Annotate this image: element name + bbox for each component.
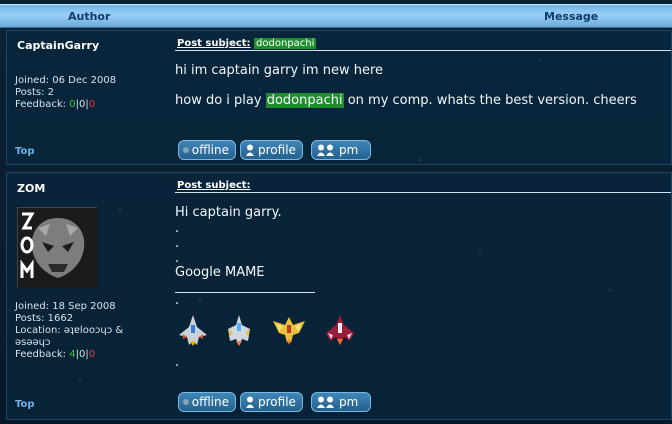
post-count: Posts: 1662 xyxy=(15,313,74,324)
post-text: on my comp. whats the best version. chee… xyxy=(343,93,637,108)
google-mame-link[interactable]: Google MAME xyxy=(175,265,265,280)
post-subject-label: Post subject: xyxy=(177,38,251,49)
spaceship-sprite-icon xyxy=(273,317,305,345)
author-name[interactable]: ZOM xyxy=(17,182,45,195)
author-name[interactable]: CaptainGarry xyxy=(17,39,99,52)
feedback: Feedback: 4|0|0 xyxy=(15,349,96,360)
avatar-image xyxy=(18,208,98,288)
pm-icon xyxy=(317,396,334,408)
post-body-dot: . xyxy=(175,355,180,370)
pm-button[interactable]: pm xyxy=(311,392,371,412)
spaceship-sprite-icon xyxy=(228,315,250,346)
column-header: Author Message xyxy=(0,4,672,28)
feedback-label: Feedback: xyxy=(15,349,66,360)
post-body-dot: . xyxy=(175,251,180,266)
feedback-positive[interactable]: 4 xyxy=(69,349,75,360)
post-divider xyxy=(171,173,172,419)
post-2: ZOM Joined: 18 Sep 2008 Posts: 1662 Loca… xyxy=(6,172,672,420)
location: Location: ǝʇɐlooɔɥɔ & ǝsǝǝɥɔ xyxy=(15,325,124,348)
feedback-label: Feedback: xyxy=(15,99,66,110)
pm-label: pm xyxy=(339,143,359,157)
author-column-heading: Author xyxy=(68,10,111,23)
offline-label: offline xyxy=(191,395,229,409)
joined-date: Joined: 06 Dec 2008 xyxy=(15,75,117,86)
status-dot-icon xyxy=(183,399,189,405)
message-column-heading: Message xyxy=(544,10,599,23)
post-body-dot: . xyxy=(175,293,180,308)
joined-date: Joined: 18 Sep 2008 xyxy=(15,301,116,312)
feedback-negative[interactable]: 0 xyxy=(89,99,95,110)
post-subject: Post subject: xyxy=(175,180,671,193)
post-count: Posts: 2 xyxy=(15,87,55,98)
top-link[interactable]: Top xyxy=(15,399,35,410)
post-subject: Post subject: dodonpachi xyxy=(175,38,671,51)
post-body-line: Hi captain garry. xyxy=(175,205,282,220)
feedback-positive[interactable]: 0 xyxy=(69,99,75,110)
post-divider xyxy=(171,31,172,164)
profile-icon xyxy=(246,144,254,156)
forum-topic: Author Message CaptainGarry Joined: 06 D… xyxy=(0,0,672,424)
top-link[interactable]: Top xyxy=(15,146,35,157)
feedback-negative[interactable]: 0 xyxy=(89,349,95,360)
profile-label: profile xyxy=(258,395,296,409)
post-body-dot: . xyxy=(175,221,180,236)
post-subject-text: dodonpachi xyxy=(254,38,317,49)
profile-icon xyxy=(246,396,254,408)
signature-separator xyxy=(175,292,315,293)
highlighted-term: dodonpachi xyxy=(265,93,344,108)
post-text: how do i play xyxy=(175,93,266,108)
post-body-dot: . xyxy=(175,236,180,251)
offline-button[interactable]: offline xyxy=(178,392,236,412)
profile-button[interactable]: profile xyxy=(240,392,303,412)
avatar xyxy=(17,207,98,288)
post-1: CaptainGarry Joined: 06 Dec 2008 Posts: … xyxy=(6,30,672,165)
pm-button[interactable]: pm xyxy=(311,140,371,160)
spaceship-sprite-icon xyxy=(179,315,207,346)
post-body-line: how do i play dodonpachi on my comp. wha… xyxy=(175,93,637,108)
profile-button[interactable]: profile xyxy=(240,140,303,160)
pm-icon xyxy=(317,144,334,156)
status-dot-icon xyxy=(183,147,189,153)
offline-label: offline xyxy=(191,143,229,157)
feedback-neutral[interactable]: 0 xyxy=(79,99,85,110)
spaceship-sprite-icon xyxy=(326,315,354,345)
profile-label: profile xyxy=(258,143,296,157)
feedback-neutral[interactable]: 0 xyxy=(79,349,85,360)
post-subject-label: Post subject: xyxy=(177,180,251,191)
author-details: Joined: 06 Dec 2008 Posts: 2 Feedback: 0… xyxy=(15,75,116,111)
author-details: Joined: 18 Sep 2008 Posts: 1662 Location… xyxy=(15,301,145,361)
pm-label: pm xyxy=(339,395,359,409)
post-body-line: hi im captain garry im new here xyxy=(175,63,384,78)
feedback: Feedback: 0|0|0 xyxy=(15,99,96,110)
offline-button[interactable]: offline xyxy=(178,140,236,160)
